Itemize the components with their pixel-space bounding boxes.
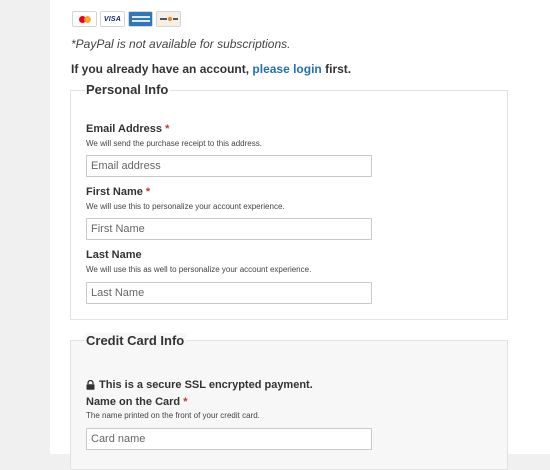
paypal-note: *PayPal is not available for subscriptio… (71, 37, 291, 51)
discover-icon (156, 11, 181, 27)
login-prefix: If you already have an account, (71, 62, 250, 76)
last-name-description: We will use this as well to personalize … (86, 265, 312, 274)
required-marker: * (145, 186, 151, 198)
personal-info-title: Personal Info (85, 82, 171, 97)
first-name-input[interactable] (86, 218, 372, 240)
credit-card-title: Credit Card Info (85, 333, 187, 348)
email-input[interactable] (86, 155, 372, 177)
card-name-input[interactable] (86, 428, 372, 450)
ssl-notice: This is a secure SSL encrypted payment. (86, 379, 313, 391)
credit-card-section: Credit Card Info This is a secure SSL en… (70, 333, 508, 470)
login-suffix: first. (325, 62, 352, 76)
required-marker: * (165, 123, 170, 135)
first-name-description: We will use this to personalize your acc… (86, 202, 285, 211)
login-prompt: If you already have an account, please l… (71, 62, 351, 76)
checkout-page: VISA *PayPal is not available for subscr… (50, 0, 550, 470)
accepted-cards: VISA (72, 11, 181, 27)
email-label: Email Address * (86, 123, 170, 135)
email-description: We will send the purchase receipt to thi… (86, 139, 262, 148)
login-link[interactable]: please login (252, 62, 321, 76)
visa-icon: VISA (100, 11, 125, 27)
mastercard-icon (72, 11, 97, 27)
last-name-input[interactable] (86, 282, 372, 304)
amex-icon (128, 11, 153, 27)
lock-icon (86, 380, 95, 390)
first-name-label: First Name * (86, 186, 151, 198)
last-name-label: Last Name (86, 249, 142, 261)
required-marker: * (183, 396, 188, 408)
ssl-text: This is a secure SSL encrypted payment. (99, 379, 313, 391)
card-name-description: The name printed on the front of your cr… (86, 411, 260, 420)
card-name-label: Name on the Card * (86, 396, 188, 408)
personal-info-section: Personal Info Email Address * We will se… (70, 82, 508, 320)
